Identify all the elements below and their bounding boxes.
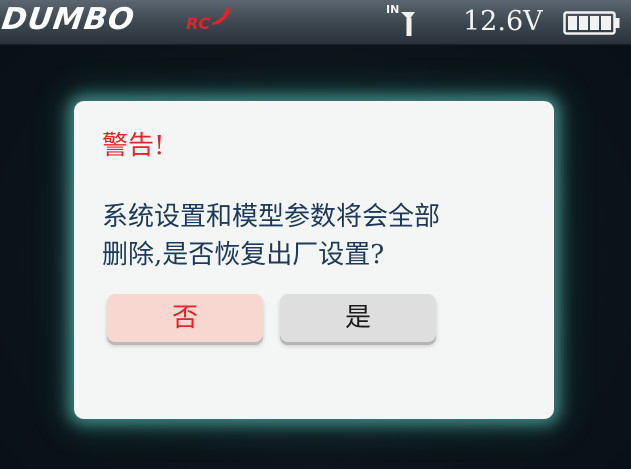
no-button[interactable]: 否	[107, 294, 263, 342]
brand-logo: DUMBO	[0, 2, 138, 37]
dialog-message-line-2: 删除,是否恢复出厂设置?	[102, 240, 385, 270]
status-bar: DUMBO RC IN 12.6V	[0, 0, 631, 45]
screen: DUMBO RC IN 12.6V 警告! 系统设置和模型参数将会全部 删除,是…	[0, 0, 631, 469]
brand-logo-suffix: RC	[186, 14, 211, 33]
dialog-title: 警告!	[102, 131, 165, 161]
battery-full-icon	[563, 11, 620, 35]
antenna-icon	[401, 12, 415, 36]
factory-reset-dialog: 警告! 系统设置和模型参数将会全部 删除,是否恢复出厂设置? 否 是	[74, 101, 554, 419]
dialog-message-line-1: 系统设置和模型参数将会全部	[102, 202, 441, 232]
battery-voltage: 12.6V	[463, 6, 543, 37]
yes-button[interactable]: 是	[280, 294, 436, 342]
